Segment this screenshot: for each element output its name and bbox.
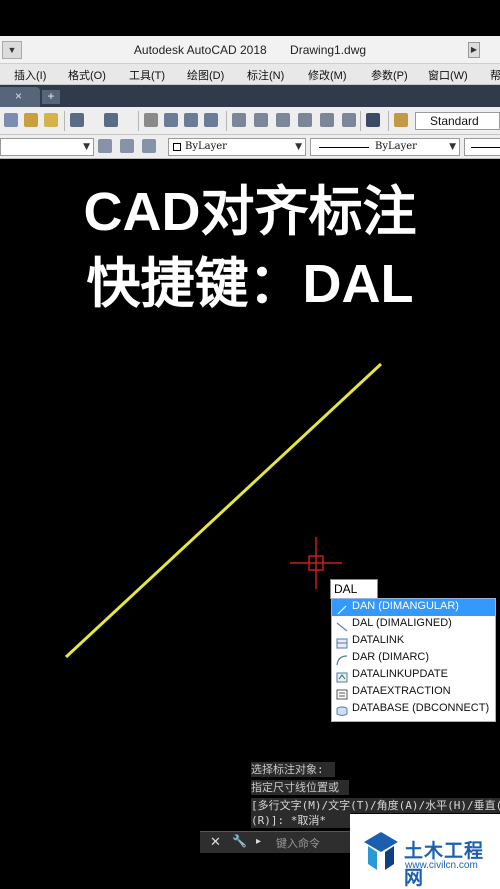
command-history-line: (R)]: *取消*	[251, 813, 351, 828]
watermark-badge: 土木工程网 www.civilcn.com	[350, 814, 500, 889]
command-history-line: [多行文字(M)/文字(T)/角度(A)/水平(H)/垂直(V)/旋转	[251, 798, 500, 813]
autocomplete-item-dimarc[interactable]: DAR (DIMARC)	[332, 650, 495, 667]
wrench-icon[interactable]: 🔧	[232, 834, 247, 848]
angular-dim-icon	[336, 602, 348, 615]
arc-dim-icon	[336, 653, 348, 666]
drawing-geometry	[64, 362, 383, 659]
autocomplete-item-datalink[interactable]: DATALINK	[332, 633, 495, 650]
autocomplete-item-label: DAR (DIMARC)	[352, 651, 429, 663]
autocomplete-item-label: DATALINK	[352, 634, 405, 646]
autocomplete-item-dimaligned[interactable]: DAL (DIMALIGNED)	[332, 616, 495, 633]
close-icon[interactable]: ✕	[210, 834, 221, 850]
command-history-line: 指定尺寸线位置或	[251, 780, 349, 795]
datalink-icon	[336, 636, 348, 649]
autocomplete-item-dimangular[interactable]: DAN (DIMANGULAR)	[332, 599, 495, 616]
data-extraction-icon	[336, 687, 348, 700]
autocomplete-item-datalinkupdate[interactable]: DATALINKUPDATE	[332, 667, 495, 684]
autocomplete-item-label: DATALINKUPDATE	[352, 668, 448, 680]
dynamic-command-input[interactable]: DAL	[330, 579, 378, 599]
command-history-line: 选择标注对象:	[251, 762, 335, 777]
watermark-logo-icon	[364, 832, 398, 870]
autocomplete-item-dbconnect[interactable]: DATABASE (DBCONNECT)	[332, 701, 495, 718]
command-prompt-icon: ▸	[256, 836, 262, 847]
autocomplete-item-label: DATAEXTRACTION	[352, 685, 451, 697]
autocomplete-item-label: DATABASE (DBCONNECT)	[352, 702, 490, 714]
watermark-url: www.civilcn.com	[405, 860, 478, 871]
autocomplete-item-label: DAL (DIMALIGNED)	[352, 617, 452, 629]
autocomplete-list: DAN (DIMANGULAR) DAL (DIMALIGNED) DATALI…	[331, 598, 496, 722]
autocomplete-item-label: DAN (DIMANGULAR)	[352, 600, 459, 612]
datalink-update-icon	[336, 670, 348, 683]
aligned-dim-icon	[336, 619, 348, 632]
database-icon	[336, 704, 348, 716]
autocomplete-item-dataextraction[interactable]: DATAEXTRACTION	[332, 684, 495, 701]
